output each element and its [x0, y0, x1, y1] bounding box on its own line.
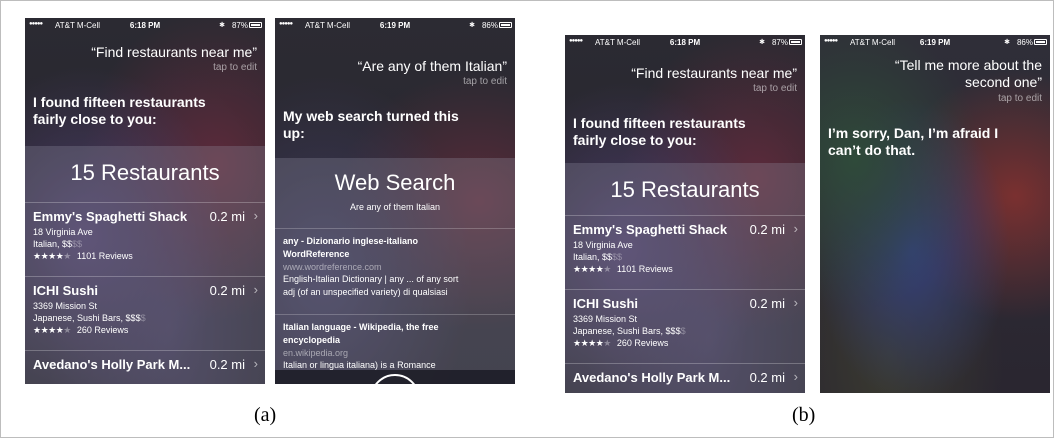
status-bar: ●●●●● AT&T M-Cell 6:19 PM ✱ 86%: [275, 18, 515, 32]
status-bar: ●●●●● AT&T M-Cell 6:18 PM ✱ 87%: [25, 18, 265, 32]
status-bar: ●●●●● AT&T M-Cell 6:18 PM ✱ 87%: [565, 35, 805, 49]
restaurant-row[interactable]: ICHI Sushi 0.2 mi › 3369 Mission St Japa…: [565, 289, 805, 363]
bluetooth-icon: ✱: [219, 22, 225, 29]
status-bar: ●●●●● AT&T M-Cell 6:19 PM ✱ 86%: [820, 35, 1050, 49]
caption-b: (b): [792, 404, 816, 426]
restaurant-address: 3369 Mission St: [573, 314, 638, 324]
search-result[interactable]: any - Dizionario inglese-italiano WordRef…: [275, 228, 515, 308]
restaurant-address: 18 Virginia Ave: [573, 240, 633, 250]
siri-query[interactable]: “Are any of them Italian”: [358, 58, 507, 75]
siri-response: I found fifteen restaurants fairly close…: [573, 115, 746, 148]
battery-icon: [249, 22, 262, 28]
clock: 6:19 PM: [379, 21, 411, 30]
result-url: en.wikipedia.org: [283, 348, 349, 358]
bluetooth-icon: ✱: [759, 39, 765, 46]
siri-query[interactable]: “Find restaurants near me”: [631, 65, 797, 82]
restaurant-distance: 0.2 mi: [209, 357, 245, 372]
result-snippet: English-Italian Dictionary | any ... of …: [283, 274, 459, 297]
restaurant-row[interactable]: Emmy's Spaghetti Shack 0.2 mi › 18 Virgi…: [565, 215, 805, 289]
restaurant-name: ICHI Sushi: [33, 283, 99, 298]
restaurant-distance: 0.2 mi: [209, 283, 245, 298]
restaurant-row[interactable]: Emmy's Spaghetti Shack 0.2 mi › 18 Virgi…: [25, 202, 265, 276]
battery-icon: [499, 22, 512, 28]
restaurant-category: Japanese, Sushi Bars, $$$$: [33, 313, 146, 323]
card-subtitle: Are any of them Italian: [349, 202, 441, 212]
clock: 6:19 PM: [919, 38, 951, 47]
siri-response: I found fifteen restaurants fairly close…: [33, 94, 206, 127]
card-title: 15 Restaurants: [610, 177, 760, 202]
battery-icon: [1034, 39, 1047, 45]
clock: 6:18 PM: [669, 38, 701, 47]
star-rating: ★★★★★ 260 Reviews: [33, 325, 129, 335]
restaurants-card: 15 Restaurants Emmy's Spaghetti Shack 0.…: [565, 163, 805, 393]
caption-a: (a): [254, 404, 277, 426]
tap-to-edit-link[interactable]: tap to edit: [463, 76, 507, 87]
chevron-right-icon: ›: [793, 369, 798, 384]
star-rating: ★★★★★ 260 Reviews: [573, 338, 669, 348]
chevron-right-icon: ›: [793, 295, 798, 310]
restaurant-distance: 0.2 mi: [749, 370, 785, 385]
restaurant-row[interactable]: Avedano's Holly Park M... 0.2 mi ›: [565, 363, 805, 393]
restaurant-distance: 0.2 mi: [749, 296, 785, 311]
bluetooth-icon: ✱: [1004, 39, 1010, 46]
web-search-card: Web Search Are any of them Italian any -…: [275, 158, 515, 384]
tap-to-edit-link[interactable]: tap to edit: [753, 83, 797, 94]
phone-screen-afraid-i-cant: ●●●●● AT&T M-Cell 6:19 PM ✱ 86% “Tell me…: [820, 35, 1050, 393]
restaurant-distance: 0.2 mi: [749, 222, 785, 237]
battery-percent: 86%: [1016, 38, 1033, 47]
battery-percent: 86%: [481, 21, 498, 30]
star-rating: ★★★★★ 1101 Reviews: [33, 251, 133, 261]
siri-response: I’m sorry, Dan, I’m afraid I can’t do th…: [828, 125, 999, 158]
chevron-right-icon: ›: [253, 356, 258, 371]
card-title: Web Search: [334, 170, 456, 195]
result-title: Italian language - Wikipedia, the free en…: [283, 322, 439, 345]
restaurant-distance: 0.2 mi: [209, 209, 245, 224]
result-title: any - Dizionario inglese-italiano WordRef…: [283, 236, 419, 259]
review-count: 260 Reviews: [616, 338, 669, 348]
restaurant-name: Emmy's Spaghetti Shack: [573, 222, 728, 237]
phone-screen-find-restaurants-a: ●●●●● AT&T M-Cell 6:18 PM ✱ 87% “Find re…: [25, 18, 265, 384]
card-title: 15 Restaurants: [70, 160, 220, 185]
siri-response: My web search turned this up:: [283, 108, 459, 141]
restaurant-name: Avedano's Holly Park M...: [33, 357, 191, 372]
restaurant-address: 3369 Mission St: [33, 301, 98, 311]
result-url: www.wordreference.com: [283, 262, 382, 272]
restaurant-row[interactable]: ICHI Sushi 0.2 mi › 3369 Mission St Japa…: [25, 276, 265, 350]
siri-query[interactable]: “Tell me more about the second one”: [895, 57, 1042, 91]
tap-to-edit-link[interactable]: tap to edit: [998, 93, 1042, 104]
battery-percent: 87%: [231, 21, 248, 30]
review-count: 1101 Reviews: [76, 251, 133, 261]
restaurant-category: Japanese, Sushi Bars, $$$$: [573, 326, 686, 336]
restaurant-category: Italian, $$$$: [33, 239, 83, 249]
chevron-right-icon: ›: [793, 221, 798, 236]
clock: 6:18 PM: [129, 21, 161, 30]
star-rating: ★★★★★ 1101 Reviews: [573, 264, 673, 274]
restaurant-name: Avedano's Holly Park M...: [573, 370, 731, 385]
restaurant-category: Italian, $$$$: [573, 252, 623, 262]
restaurant-name: Emmy's Spaghetti Shack: [33, 209, 188, 224]
restaurant-row[interactable]: Avedano's Holly Park M... 0.2 mi ›: [25, 350, 265, 384]
battery-percent: 87%: [771, 38, 788, 47]
bluetooth-icon: ✱: [469, 22, 475, 29]
restaurants-card: 15 Restaurants Emmy's Spaghetti Shack 0.…: [25, 146, 265, 384]
chevron-right-icon: ›: [253, 208, 258, 223]
review-count: 1101 Reviews: [616, 264, 673, 274]
battery-icon: [789, 39, 802, 45]
restaurant-address: 18 Virginia Ave: [33, 227, 93, 237]
review-count: 260 Reviews: [76, 325, 129, 335]
siri-query[interactable]: “Find restaurants near me”: [91, 44, 257, 61]
tap-to-edit-link[interactable]: tap to edit: [213, 62, 257, 73]
restaurant-name: ICHI Sushi: [573, 296, 639, 311]
chevron-right-icon: ›: [253, 282, 258, 297]
phone-screen-find-restaurants-b: ●●●●● AT&T M-Cell 6:18 PM ✱ 87% “Find re…: [565, 35, 805, 393]
phone-screen-web-search: ●●●●● AT&T M-Cell 6:19 PM ✱ 86% “Are any…: [275, 18, 515, 384]
